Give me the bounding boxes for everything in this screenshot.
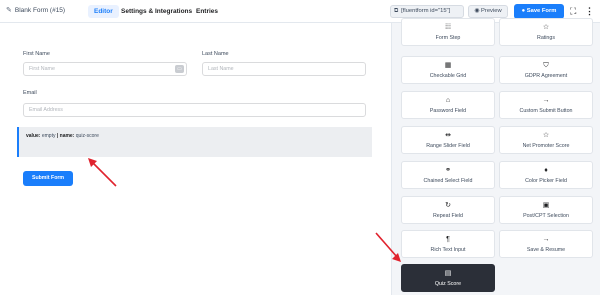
arrow-to-quiz-field [88,158,117,187]
annotation-arrows [88,158,401,262]
arrow-to-quiz-card [375,232,401,262]
